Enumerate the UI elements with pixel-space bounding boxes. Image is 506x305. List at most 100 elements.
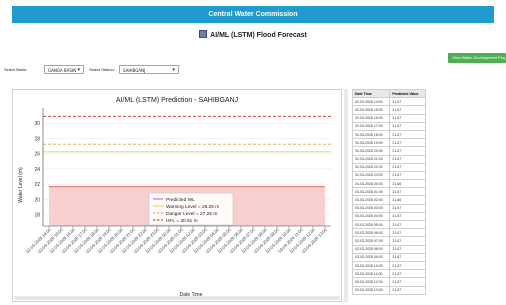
datetime-cell: 03-03-2026 13:00 (353, 286, 390, 294)
app-header: Central Water Commission (12, 6, 494, 23)
predicted-value-cell: 21.66 (390, 180, 426, 188)
table-row: 02-03-2026 21:0021.67 (353, 155, 426, 163)
table-row: 03-03-2026 07:0021.67 (353, 237, 426, 245)
table-row: 03-03-2026 13:0021.67 (353, 286, 426, 294)
forecast-chart: 1820222426283002-03-2026 14:0002-03-2026… (13, 90, 341, 301)
table-row: 03-03-2026 10:0021.67 (353, 261, 426, 269)
horizontal-scrollbar[interactable] (14, 296, 340, 300)
station-select[interactable]: SAHIBGANJ ▾ (119, 65, 179, 74)
predicted-value-cell: 21.67 (390, 98, 426, 106)
predicted-value-cell: 21.67 (390, 221, 426, 229)
predicted-value-cell: 21.67 (390, 212, 426, 220)
datetime-cell: 03-03-2026 01:00 (353, 188, 390, 196)
datetime-cell: 03-03-2026 12:00 (353, 278, 390, 286)
legend-label: Warning Level = 26.25 m (166, 204, 219, 210)
table-row: 03-03-2026 06:0021.67 (353, 229, 426, 237)
table-row: 02-03-2026 23:0021.67 (353, 171, 426, 179)
basin-select-value: GANGA BASIN (48, 68, 76, 73)
y-tick-label: 28 (34, 136, 40, 142)
datetime-cell: 03-03-2026 08:00 (353, 245, 390, 253)
datetime-cell: 02-03-2026 14:00 (353, 98, 390, 106)
table-row: 02-03-2026 19:0021.67 (353, 139, 426, 147)
predicted-value-cell: 21.67 (390, 278, 426, 286)
y-tick-label: 20 (34, 197, 40, 203)
predicted-value-cell: 21.67 (390, 171, 426, 179)
legend: Predicted WLWarning Level = 26.25 mDange… (149, 193, 233, 225)
predicted-value-cell: 21.67 (390, 270, 426, 278)
table-row: 03-03-2026 03:0021.67 (353, 204, 426, 212)
y-axis-label: Water Level (m) (18, 167, 24, 203)
datetime-cell: 02-03-2026 16:00 (353, 114, 390, 122)
table-row: 02-03-2026 15:0021.67 (353, 106, 426, 114)
table-row: 03-03-2026 00:0021.66 (353, 180, 426, 188)
predicted-value-cell: 21.67 (390, 229, 426, 237)
predicted-value-cell: 21.67 (390, 204, 426, 212)
datetime-cell: 02-03-2026 18:00 (353, 130, 390, 138)
table-header-cell: Predicted Value (390, 90, 426, 98)
predicted-value-cell: 21.66 (390, 196, 426, 204)
datetime-cell: 02-03-2026 23:00 (353, 171, 390, 179)
predicted-value-cell: 21.67 (390, 139, 426, 147)
predicted-value-cell: 21.67 (390, 188, 426, 196)
chevron-down-icon: ▾ (77, 66, 80, 75)
predicted-value-cell: 21.67 (390, 261, 426, 269)
chart-container: 1820222426283002-03-2026 14:0002-03-2026… (12, 89, 342, 302)
chevron-down-icon: ▾ (172, 66, 175, 75)
station-select-value: SAHIBGANJ (123, 68, 145, 73)
legend-label: Danger Level = 27.25 m (166, 211, 217, 217)
predicted-value-cell: 21.67 (390, 122, 426, 130)
predicted-value-cell: 21.67 (390, 106, 426, 114)
table-row: 03-03-2026 08:0021.67 (353, 245, 426, 253)
basin-select[interactable]: GANGA BASIN ▾ (44, 65, 84, 74)
header-title: Central Water Commission (208, 11, 297, 18)
datetime-cell: 03-03-2026 07:00 (353, 237, 390, 245)
y-tick-label: 22 (34, 182, 40, 188)
datetime-cell: 03-03-2026 03:00 (353, 204, 390, 212)
page-title-text: AI/ML (LSTM) Flood Forecast (210, 32, 307, 39)
chart-scrollbar[interactable] (344, 89, 348, 302)
datetime-cell: 03-03-2026 09:00 (353, 253, 390, 261)
datetime-cell: 03-03-2026 00:00 (353, 180, 390, 188)
table-row: 03-03-2026 04:0021.67 (353, 212, 426, 220)
chart-icon (199, 30, 207, 38)
table-row: 02-03-2026 22:0021.67 (353, 163, 426, 171)
table-row: 03-03-2026 05:0021.67 (353, 221, 426, 229)
predicted-value-cell: 21.67 (390, 286, 426, 294)
predicted-value-cell: 21.67 (390, 155, 426, 163)
table-row: 02-03-2026 20:0021.67 (353, 147, 426, 155)
datetime-cell: 02-03-2026 21:00 (353, 155, 390, 163)
datetime-cell: 03-03-2026 06:00 (353, 229, 390, 237)
table-header-cell: Date Time (353, 90, 390, 98)
datetime-cell: 03-03-2026 11:00 (353, 270, 390, 278)
predicted-value-cell: 21.67 (390, 163, 426, 171)
water-development-button[interactable]: View Water Development Proj (448, 53, 506, 63)
table-row: 03-03-2026 01:0021.67 (353, 188, 426, 196)
predicted-value-cell: 21.67 (390, 147, 426, 155)
predicted-value-cell: 21.67 (390, 130, 426, 138)
datetime-cell: 03-03-2026 10:00 (353, 261, 390, 269)
chart-title: AI/ML (LSTM) Prediction - SAHIBGANJ (116, 97, 238, 104)
station-label: Select Station: (89, 67, 115, 72)
legend-label: HFL = 30.91 m (166, 218, 198, 224)
y-tick-label: 26 (34, 152, 40, 158)
table-row: 02-03-2026 18:0021.67 (353, 130, 426, 138)
page-title: AI/ML (LSTM) Flood Forecast (0, 30, 506, 39)
datetime-cell: 02-03-2026 15:00 (353, 106, 390, 114)
datetime-cell: 03-03-2026 05:00 (353, 221, 390, 229)
y-tick-label: 30 (34, 121, 40, 127)
table-row: 02-03-2026 16:0021.67 (353, 114, 426, 122)
datetime-cell: 03-03-2026 02:00 (353, 196, 390, 204)
table-row: 02-03-2026 17:0021.67 (353, 122, 426, 130)
table-body: 02-03-2026 14:0021.6702-03-2026 15:0021.… (353, 98, 426, 295)
predicted-value-cell: 21.67 (390, 237, 426, 245)
datetime-cell: 02-03-2026 19:00 (353, 139, 390, 147)
basin-label: Select Basin: (4, 67, 27, 72)
table-row: 03-03-2026 12:0021.67 (353, 278, 426, 286)
datetime-cell: 02-03-2026 22:00 (353, 163, 390, 171)
y-tick-label: 18 (34, 213, 40, 219)
predicted-value-cell: 21.67 (390, 114, 426, 122)
predicted-value-cell: 21.67 (390, 253, 426, 261)
table-row: 03-03-2026 02:0021.66 (353, 196, 426, 204)
y-tick-label: 24 (34, 167, 40, 173)
table-row: 03-03-2026 09:0021.67 (353, 253, 426, 261)
